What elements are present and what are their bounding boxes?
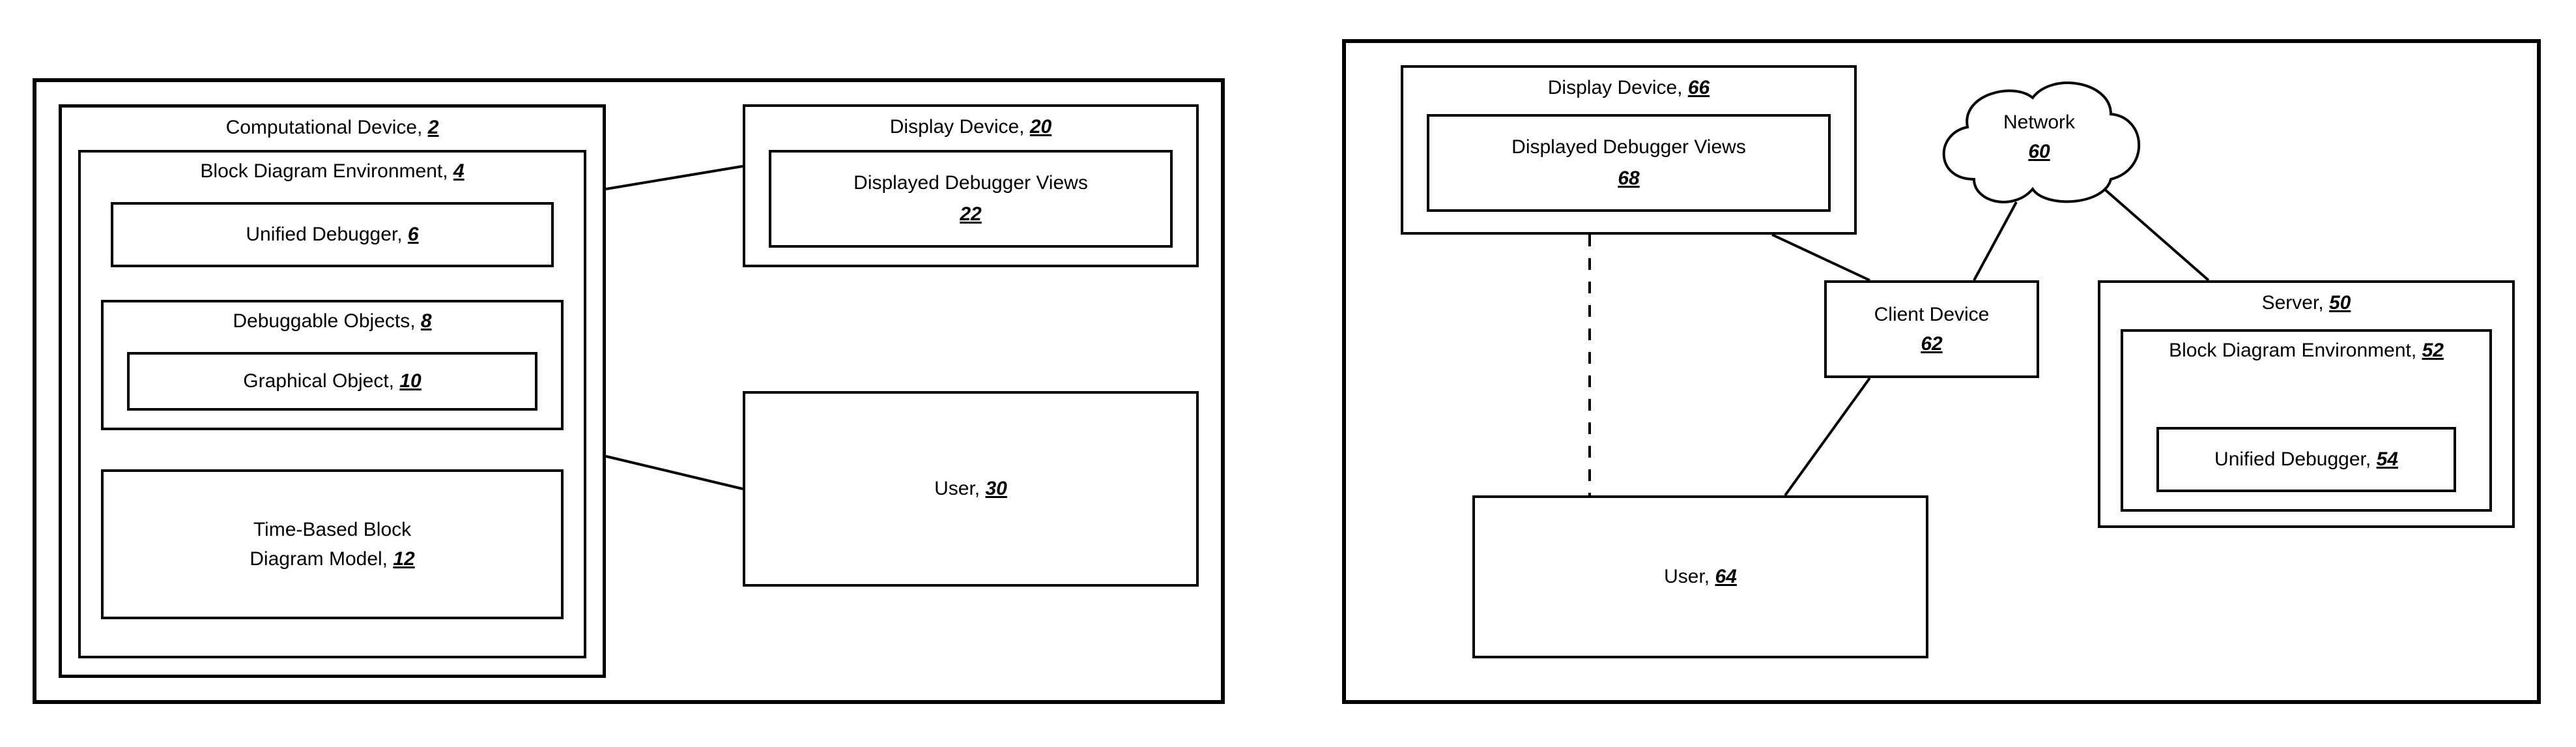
comp-device-label: Computational Device, <box>226 117 423 138</box>
ud-label-left: Unified Debugger, <box>246 224 402 245</box>
ddv-ref-left: 22 <box>960 203 981 225</box>
debuggable-objects-title: Debuggable Objects, 8 <box>104 302 561 338</box>
tbbdm-ref: 12 <box>393 548 414 570</box>
unified-debugger-box-left: Unified Debugger, 6 <box>111 202 554 267</box>
displayed-views-box-right: Displayed Debugger Views 68 <box>1427 114 1831 212</box>
tbbdm-box: Time-Based Block Diagram Model, 12 <box>101 469 564 619</box>
go-ref: 10 <box>399 370 421 392</box>
ddv-ref-right: 68 <box>1618 168 1639 189</box>
tbbdm-line1: Time-Based Block <box>253 515 411 544</box>
tbbdm-label2: Diagram Model, <box>250 548 388 570</box>
user-box-right: User, 64 <box>1472 495 1928 658</box>
do-label: Debuggable Objects, <box>233 310 415 332</box>
ddv-label-left: Displayed Debugger Views <box>853 168 1088 199</box>
bde-ref-left: 4 <box>453 160 465 182</box>
tbbdm-line2: Diagram Model, 12 <box>250 544 414 574</box>
dd-ref-right: 66 <box>1688 77 1710 98</box>
comp-device-ref: 2 <box>428 117 439 138</box>
displayed-views-box-left: Displayed Debugger Views 22 <box>769 150 1173 248</box>
ud-ref-right: 54 <box>2377 448 2398 470</box>
dd-label-right: Display Device, <box>1548 77 1683 98</box>
client-device-box: Client Device 62 <box>1824 280 2039 378</box>
unified-debugger-title-left: Unified Debugger, 6 <box>246 224 418 246</box>
bde-title-right: Block Diagram Environment, 52 <box>2123 332 2489 367</box>
bde-label-right: Block Diagram Environment, <box>2169 340 2416 361</box>
client-device-label: Client Device <box>1874 300 1990 329</box>
user-title-right: User, 64 <box>1664 566 1737 588</box>
bde-title-left: Block Diagram Environment, 4 <box>81 153 584 188</box>
dd-label-left: Display Device, <box>890 116 1025 138</box>
user-label-left: User, <box>934 478 980 499</box>
graphical-object-title: Graphical Object, 10 <box>243 370 422 392</box>
bde-label-left: Block Diagram Environment, <box>200 160 448 182</box>
server-label: Server, <box>2262 292 2324 314</box>
network-label: Network <box>1961 108 2117 137</box>
unified-debugger-box-right: Unified Debugger, 54 <box>2156 427 2456 492</box>
server-title: Server, 50 <box>2100 283 2512 319</box>
server-ref: 50 <box>2329 292 2351 314</box>
user-label-right: User, <box>1664 566 1710 587</box>
client-device-ref: 62 <box>1921 333 1942 355</box>
computational-device-title: Computational Device, 2 <box>62 108 603 144</box>
do-ref: 8 <box>421 310 432 332</box>
ddv-label-right: Displayed Debugger Views <box>1511 132 1746 163</box>
display-device-title-right: Display Device, 66 <box>1403 68 1854 104</box>
go-label: Graphical Object, <box>243 370 394 392</box>
network-label-wrap: Network 60 <box>1961 108 2117 166</box>
ud-ref-left: 6 <box>408 224 419 245</box>
user-title-left: User, 30 <box>934 478 1007 500</box>
ud-label-right: Unified Debugger, <box>2214 448 2371 470</box>
user-ref-right: 64 <box>1715 566 1737 587</box>
graphical-object-box: Graphical Object, 10 <box>127 352 537 411</box>
bde-ref-right: 52 <box>2422 340 2444 361</box>
display-device-title-left: Display Device, 20 <box>745 107 1196 143</box>
network-ref: 60 <box>2028 141 2050 162</box>
dd-ref-left: 20 <box>1030 116 1052 138</box>
user-box-left: User, 30 <box>743 391 1199 587</box>
user-ref-left: 30 <box>986 478 1007 499</box>
unified-debugger-title-right: Unified Debugger, 54 <box>2214 448 2398 471</box>
